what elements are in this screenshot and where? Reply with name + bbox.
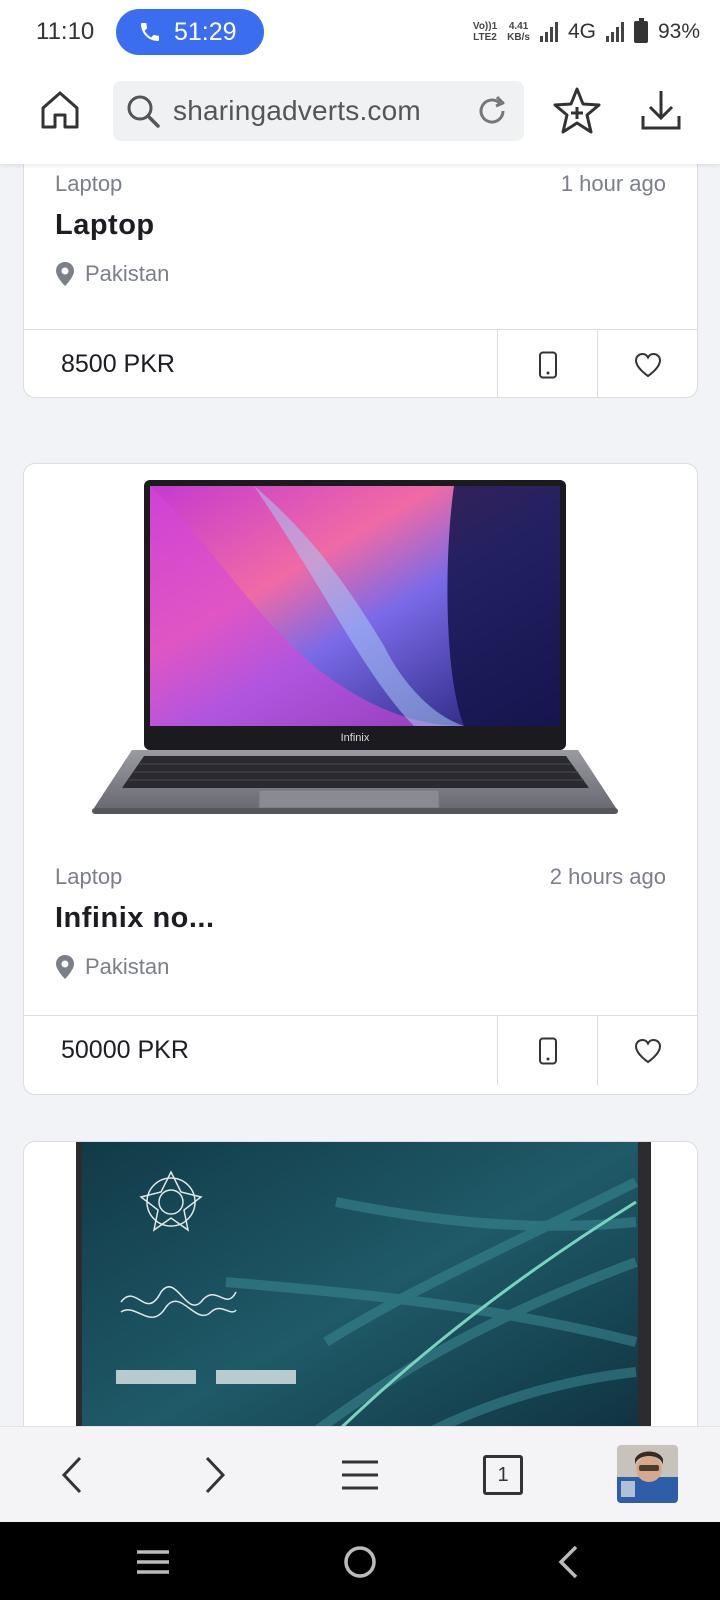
search-icon: [127, 95, 160, 128]
download-icon: [641, 91, 681, 130]
reload-button[interactable]: [474, 93, 510, 134]
home-icon: [41, 91, 79, 129]
recent-apps-button[interactable]: [131, 1540, 175, 1584]
chevron-left-icon: [61, 1456, 82, 1494]
home-nav-button[interactable]: [338, 1540, 382, 1584]
listing-time: 1 hour ago: [560, 171, 666, 196]
laptop-brand-label: Infinix: [341, 732, 370, 744]
heart-icon: [634, 1038, 661, 1063]
download-button[interactable]: [638, 86, 684, 134]
listing-card[interactable]: [23, 1141, 698, 1426]
avatar-image: [617, 1445, 678, 1503]
menu-button[interactable]: [332, 1447, 388, 1503]
browser-toolbar: sharingadverts.com: [0, 64, 720, 164]
listing-meta: Laptop 1 hour ago: [55, 171, 666, 197]
phone-icon: [141, 23, 159, 41]
favorite-button[interactable]: [597, 1016, 697, 1085]
listing-title[interactable]: Infinix no...: [55, 902, 215, 935]
listing-card[interactable]: Infinix Laptop 2 hours ago Infinix no...…: [23, 463, 698, 1095]
chevron-right-icon: [205, 1456, 226, 1494]
listings-feed: Laptop 1 hour ago Laptop Pakistan 8500 P…: [0, 164, 720, 1426]
tab-count: 1: [483, 1455, 523, 1495]
battery-icon: [633, 18, 648, 43]
profile-avatar[interactable]: [617, 1445, 678, 1503]
reload-icon: [479, 95, 505, 124]
price-row: 8500 PKR: [24, 329, 697, 397]
hamburger-menu-icon: [342, 1460, 378, 1490]
tabs-button[interactable]: 1: [475, 1447, 531, 1503]
listing-image[interactable]: [76, 1142, 651, 1426]
system-back-button[interactable]: [546, 1540, 590, 1584]
listing-category: Laptop: [55, 864, 123, 889]
listing-location: Pakistan: [55, 261, 169, 287]
listing-price: 50000 PKR: [61, 1036, 189, 1064]
mobile-phone-icon: [538, 1037, 557, 1064]
heart-icon: [634, 352, 661, 377]
price-row: 50000 PKR: [24, 1015, 697, 1085]
home-circle-icon: [344, 1546, 376, 1578]
listing-location-text: Pakistan: [85, 261, 170, 286]
mobile-phone-icon: [538, 351, 557, 378]
listing-price: 8500 PKR: [61, 350, 175, 378]
call-seller-button[interactable]: [497, 330, 597, 397]
favorite-button[interactable]: [597, 330, 697, 397]
listing-card[interactable]: Laptop 1 hour ago Laptop Pakistan 8500 P…: [23, 164, 698, 398]
browser-bottom-toolbar: 1: [0, 1426, 720, 1522]
address-bar[interactable]: sharingadverts.com: [113, 81, 524, 141]
star-plus-icon: [553, 87, 601, 134]
network-type: 4G: [567, 20, 596, 43]
location-pin-icon: [56, 955, 74, 979]
back-arrow-icon: [558, 1545, 578, 1579]
system-navigation-bar: [0, 1522, 720, 1600]
forward-button[interactable]: [187, 1447, 243, 1503]
listing-category: Laptop: [55, 171, 123, 196]
signal-2-icon: [605, 22, 624, 42]
home-button[interactable]: [36, 86, 84, 134]
back-button[interactable]: [44, 1447, 100, 1503]
listing-title[interactable]: Laptop: [55, 209, 155, 242]
ongoing-call-pill[interactable]: 51:29: [116, 9, 264, 55]
volte-indicator: Vo))1 LTE2: [472, 21, 498, 43]
listing-location: Pakistan: [55, 954, 169, 980]
net-speed: 4.41 KB/s: [507, 21, 530, 43]
battery-level: 93%: [657, 20, 700, 43]
call-duration: 51:29: [174, 17, 237, 46]
call-seller-button[interactable]: [497, 1016, 597, 1085]
status-bar: 11:10 51:29 Vo))1 LTE2 4.41 KB/s 4G 93%: [0, 0, 720, 64]
listing-meta: Laptop 2 hours ago: [55, 864, 666, 890]
status-icons: Vo))1 LTE2 4.41 KB/s 4G 93%: [472, 18, 700, 44]
signal-icon: [539, 22, 558, 42]
listing-image[interactable]: Infinix: [84, 476, 644, 836]
add-bookmark-button[interactable]: [552, 86, 602, 136]
listing-location-text: Pakistan: [85, 954, 170, 979]
location-pin-icon: [56, 262, 74, 286]
url-text: sharingadverts.com: [173, 95, 421, 126]
listing-time: 2 hours ago: [549, 864, 666, 889]
status-time: 11:10: [36, 18, 95, 45]
recent-apps-icon: [137, 1550, 169, 1574]
